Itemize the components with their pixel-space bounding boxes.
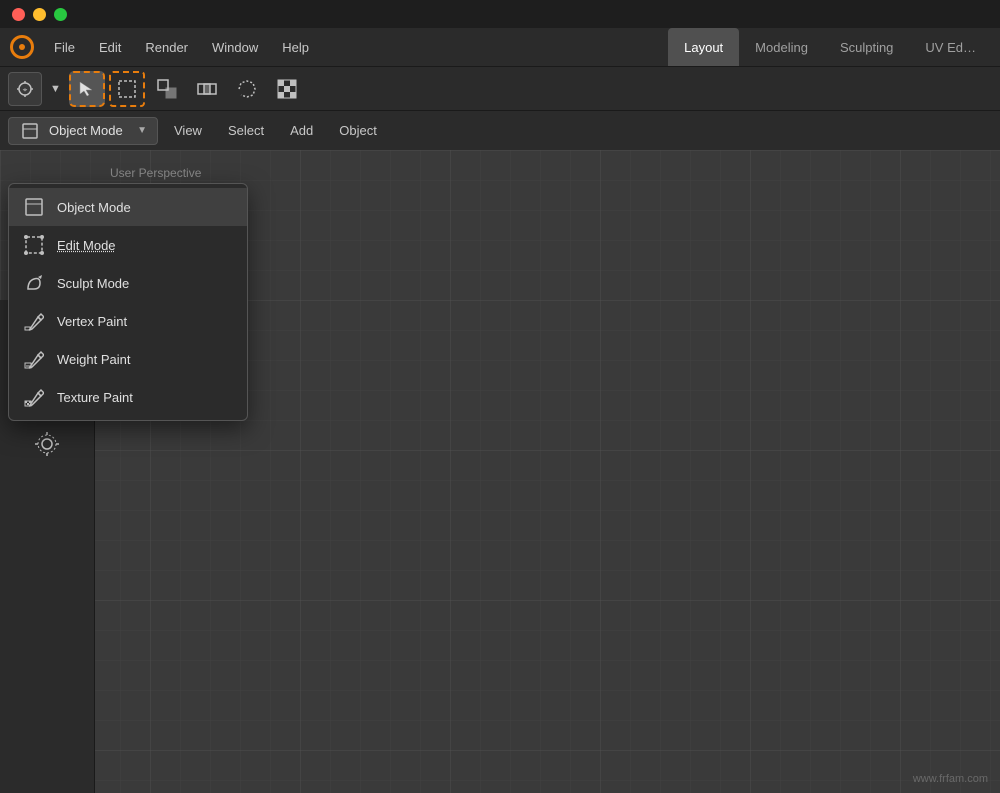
dropdown-label-object-mode: Object Mode	[57, 200, 131, 215]
view-snap-button[interactable]: ⌖	[8, 72, 42, 106]
dropdown-item-texture-paint[interactable]: Texture Paint	[9, 378, 247, 416]
select-lasso-tool[interactable]	[229, 71, 265, 107]
svg-text:⌖: ⌖	[23, 85, 28, 94]
viewport-perspective-label: User Perspective	[110, 166, 239, 180]
select-intersect-tool[interactable]	[189, 71, 225, 107]
close-button[interactable]	[12, 8, 25, 21]
select-box-tool[interactable]	[109, 71, 145, 107]
mode-add-menu[interactable]: Add	[280, 119, 323, 142]
mode-row: Object Mode ▼ View Select Add Object	[0, 110, 1000, 150]
sculpt-mode-icon	[23, 272, 45, 294]
dropdown-item-vertex-paint[interactable]: Vertex Paint	[9, 302, 247, 340]
dropdown-item-edit-mode[interactable]: Edit Mode	[9, 226, 247, 264]
menu-render[interactable]: Render	[135, 36, 198, 59]
toolbar-row: ⌖ ▼	[0, 66, 1000, 110]
menu-window[interactable]: Window	[202, 36, 268, 59]
title-bar	[0, 0, 1000, 28]
menu-edit[interactable]: Edit	[89, 36, 131, 59]
blender-logo[interactable]	[8, 33, 36, 61]
object-mode-icon	[23, 196, 45, 218]
dropdown-label-edit-mode: Edit Mode	[57, 238, 116, 253]
menu-file[interactable]: File	[44, 36, 85, 59]
vertex-paint-icon	[23, 310, 45, 332]
texture-paint-icon	[23, 386, 45, 408]
mode-dropdown-arrow-icon: ▼	[137, 125, 147, 136]
dropdown-item-weight-paint[interactable]: Weight Paint	[9, 340, 247, 378]
dropdown-label-texture-paint: Texture Paint	[57, 390, 133, 405]
select-checker-tool[interactable]	[269, 71, 305, 107]
workspace-tabs: Layout Modeling Sculpting UV Ed…	[668, 28, 992, 66]
dropdown-item-sculpt-mode[interactable]: Sculpt Mode	[9, 264, 247, 302]
weight-paint-icon	[23, 348, 45, 370]
sidebar-transform-tool[interactable]	[24, 421, 70, 467]
mode-dropdown-label: Object Mode	[49, 123, 129, 138]
minimize-button[interactable]	[33, 8, 46, 21]
mode-dropdown-icon	[19, 120, 41, 142]
tab-uv-editing[interactable]: UV Ed…	[909, 28, 992, 66]
dropdown-label-sculpt-mode: Sculpt Mode	[57, 276, 129, 291]
select-cursor-tool[interactable]	[69, 71, 105, 107]
mode-dropdown-menu: Object Mode Edit Mode Sculpt Mode	[8, 183, 248, 421]
select-circle-tool[interactable]	[149, 71, 185, 107]
watermark: www.frfam.com	[913, 773, 988, 785]
tab-layout[interactable]: Layout	[668, 28, 739, 66]
menu-bar: File Edit Render Window Help Layout Mode…	[0, 28, 1000, 66]
dropdown-label-vertex-paint: Vertex Paint	[57, 314, 127, 329]
mode-object-menu[interactable]: Object	[329, 119, 387, 142]
dropdown-item-object-mode[interactable]: Object Mode	[9, 188, 247, 226]
mode-view-menu[interactable]: View	[164, 119, 212, 142]
mode-select-menu[interactable]: Select	[218, 119, 274, 142]
dropdown-label-weight-paint: Weight Paint	[57, 352, 130, 367]
mode-dropdown[interactable]: Object Mode ▼	[8, 117, 158, 145]
edit-mode-icon	[23, 234, 45, 256]
tab-modeling[interactable]: Modeling	[739, 28, 824, 66]
view-dropdown-arrow[interactable]: ▼	[50, 83, 61, 95]
menu-help[interactable]: Help	[272, 36, 319, 59]
tab-sculpting[interactable]: Sculpting	[824, 28, 909, 66]
maximize-button[interactable]	[54, 8, 67, 21]
